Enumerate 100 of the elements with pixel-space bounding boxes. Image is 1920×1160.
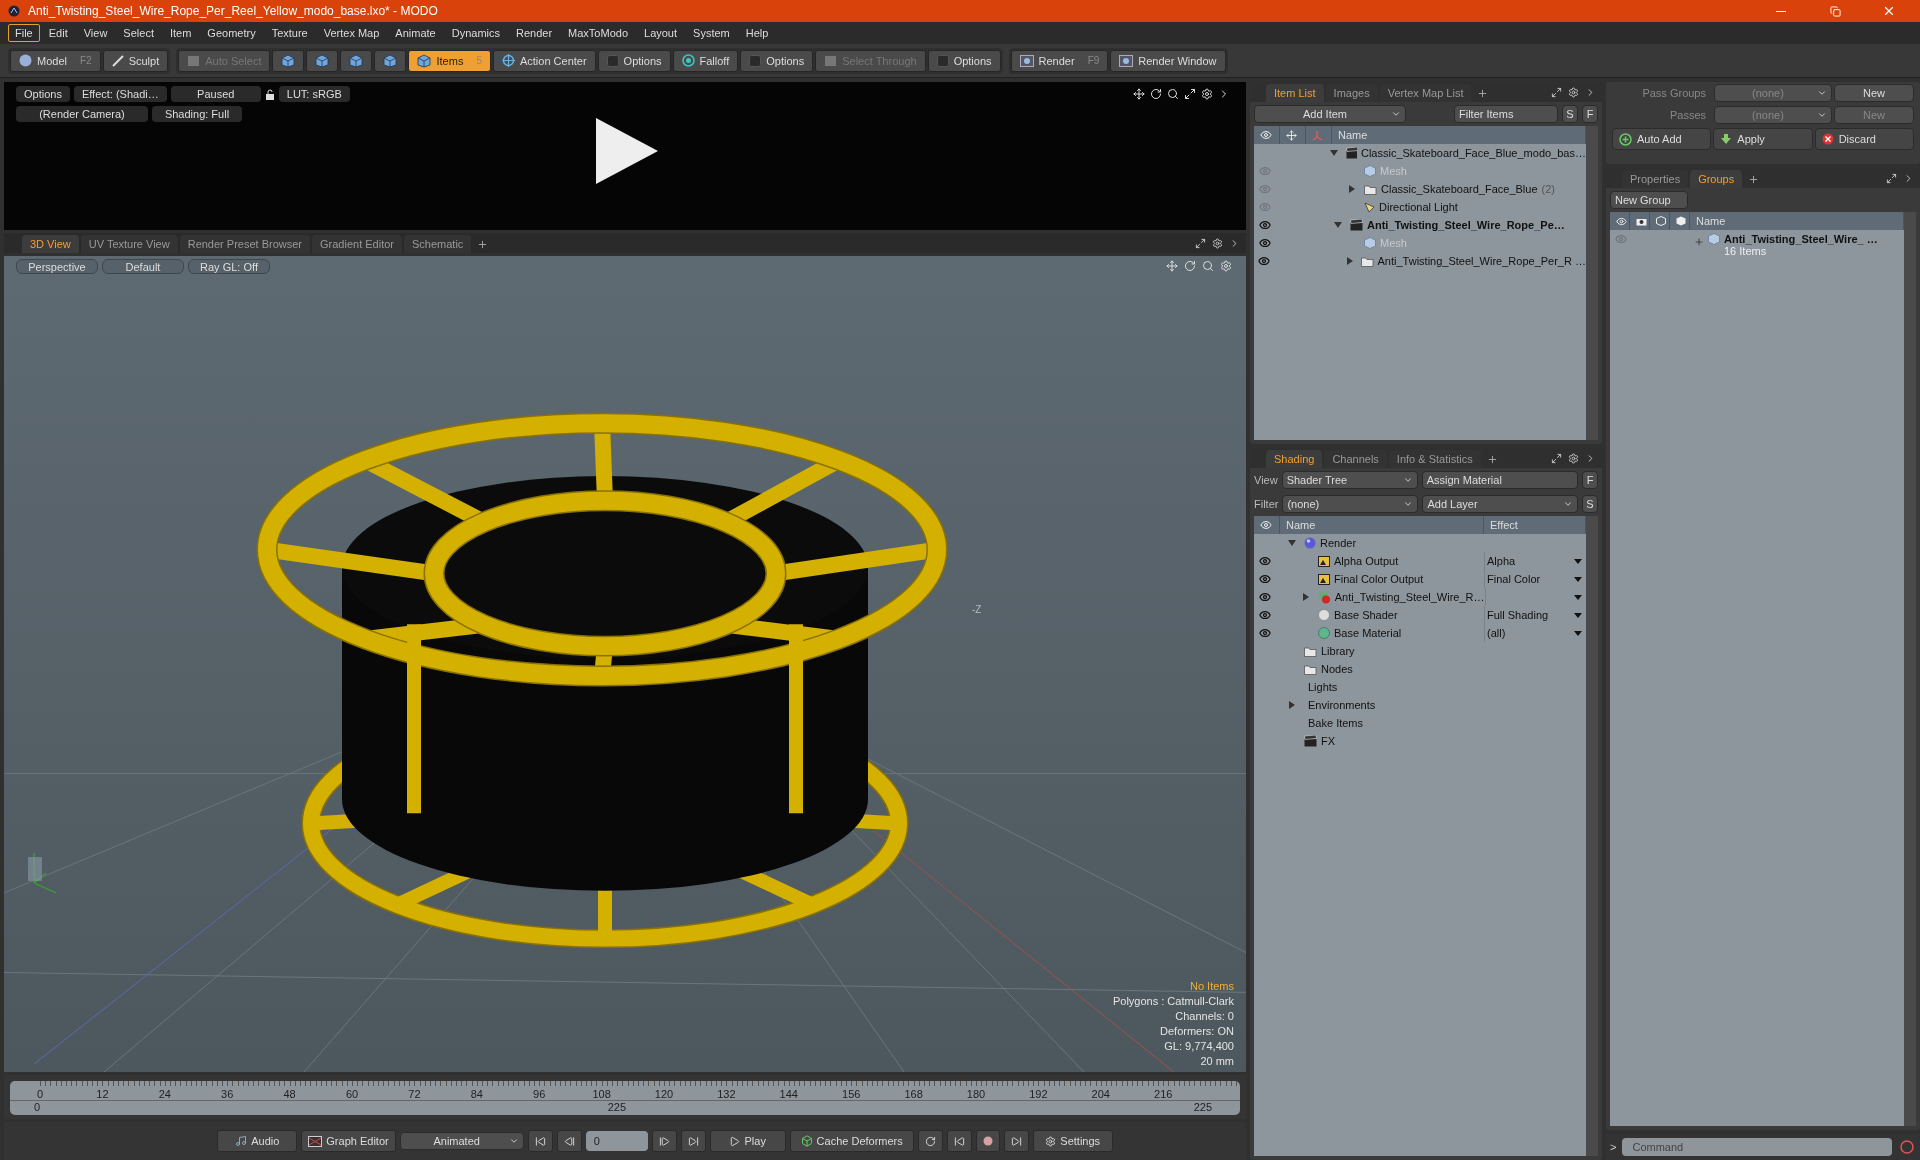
toolbar-button[interactable]: Sculpt (102, 49, 169, 72)
menu-item[interactable]: Geometry (200, 24, 263, 42)
caret-icon[interactable] (1574, 558, 1582, 564)
menu-item[interactable]: Edit (41, 24, 75, 42)
panel-tab[interactable]: Vertex Map List (1379, 84, 1472, 102)
group-name[interactable]: Anti_Twisting_Steel_Wire_ … (1724, 233, 1878, 245)
timeline-ruler[interactable]: 0 12 24 36 48 60 72 84 96 108 120 132 144 156 168 180 192 204 216 0 225 225 (10, 1081, 1240, 1115)
panel-tab[interactable]: Shading (1266, 450, 1323, 468)
filter-dropdown[interactable]: (none) (1282, 495, 1419, 513)
layer-name[interactable]: Render (1320, 537, 1357, 549)
caret-icon[interactable] (1574, 576, 1582, 582)
layer-name[interactable]: Anti_Twisting_Steel_Wire_R… (1334, 591, 1485, 603)
preview-option-button[interactable]: Effect: (Shadi… (73, 86, 167, 102)
maximize-icon[interactable] (1551, 452, 1562, 464)
menu-item[interactable]: View (76, 24, 115, 42)
maximize-icon[interactable] (1184, 88, 1196, 100)
menu-item[interactable]: Dynamics (444, 24, 507, 42)
settings-icon[interactable] (1568, 86, 1579, 98)
viewport-option-button[interactable]: Perspective (16, 259, 98, 274)
item-name[interactable]: Classic_Skateboard_Face_Blue (1381, 183, 1538, 195)
preview-option-button[interactable]: LUT: sRGB (278, 86, 350, 102)
keyframe-tool-button[interactable] (1003, 1130, 1029, 1152)
preview-option-button[interactable]: (Render Camera) (16, 106, 148, 122)
panel-tab[interactable]: Item List (1266, 84, 1324, 102)
toolbar-button[interactable]: Items 5 (408, 49, 491, 72)
maximize-icon[interactable] (1551, 86, 1562, 98)
toolbar-button[interactable]: Render Window (1110, 49, 1226, 72)
caret-icon[interactable] (1574, 594, 1582, 600)
eye-icon[interactable] (1258, 255, 1271, 267)
column-header[interactable]: Name (1338, 129, 1368, 141)
toolbar-button[interactable]: Falloff (672, 49, 739, 72)
eye-icon[interactable] (1259, 609, 1271, 621)
layer-name[interactable]: Base Shader (1334, 609, 1398, 621)
preview-option-button[interactable]: Paused (170, 86, 261, 102)
settings-icon[interactable] (1201, 88, 1213, 100)
toolbar-button[interactable]: Options (927, 49, 1001, 72)
keyframe-tool-button[interactable] (917, 1130, 943, 1152)
apply-button[interactable]: Apply (1713, 128, 1813, 150)
layer-name[interactable]: Bake Items (1308, 717, 1364, 729)
filter-items-button[interactable]: Filter Items (1454, 105, 1558, 123)
panel-tab[interactable]: Info & Statistics (1388, 450, 1481, 468)
viewport-tab[interactable]: Schematic (404, 235, 472, 253)
toolbar-icon-button[interactable] (340, 49, 373, 72)
toolbar-icon-button[interactable] (306, 49, 339, 72)
search-icon[interactable] (1167, 88, 1179, 100)
menu-item[interactable]: System (686, 24, 737, 42)
discard-button[interactable]: Discard (1814, 128, 1914, 150)
panel-tab[interactable]: Properties (1622, 170, 1689, 188)
item-name[interactable]: Anti_Twisting_Steel_Wire_Rope_Per_R … (1377, 255, 1586, 267)
preview-option-button[interactable]: Options (16, 86, 70, 102)
layer-name[interactable]: Alpha Output (1334, 555, 1399, 567)
step-back-button[interactable] (556, 1130, 582, 1152)
animation-mode-dropdown[interactable]: Animated (399, 1132, 524, 1150)
menu-item[interactable]: Select (116, 24, 161, 42)
viewport-option-button[interactable]: Ray GL: Off (188, 259, 270, 274)
lock-icon[interactable] (264, 88, 275, 100)
menu-item[interactable]: Render (509, 24, 560, 42)
f-button[interactable]: F (1582, 105, 1598, 123)
viewport-tab[interactable]: 3D View (22, 235, 79, 253)
column-header[interactable]: Name (1286, 519, 1316, 531)
s-button[interactable]: S (1582, 495, 1598, 513)
caret-icon[interactable] (1574, 612, 1582, 618)
layer-name[interactable]: Base Material (1334, 627, 1402, 639)
eye-icon[interactable] (1259, 555, 1271, 567)
add-item-dropdown[interactable]: Add Item (1254, 105, 1406, 123)
record-icon[interactable] (1898, 1138, 1916, 1156)
keyframe-tool-button[interactable] (946, 1130, 972, 1152)
menu-item[interactable]: Animate (388, 24, 443, 42)
item-name[interactable]: Directional Light (1379, 201, 1458, 213)
frame-field[interactable]: 0 (585, 1131, 648, 1151)
viewport-option-button[interactable]: Default (102, 259, 184, 274)
panel-tab[interactable]: Images (1325, 84, 1378, 102)
layer-name[interactable]: Library (1321, 645, 1355, 657)
viewport-tab[interactable]: UV Texture View (80, 235, 178, 253)
eye-icon[interactable] (1259, 627, 1271, 639)
panel-tab[interactable]: Groups (1690, 170, 1743, 188)
settings-icon[interactable] (1568, 452, 1579, 464)
layer-name[interactable]: FX (1321, 735, 1336, 747)
menu-item[interactable]: Texture (264, 24, 315, 42)
settings-icon[interactable] (1212, 237, 1223, 249)
toolbar-button[interactable]: Model F2 (10, 49, 101, 72)
rotate-icon[interactable] (1150, 88, 1162, 100)
add-layer-dropdown[interactable]: Add Layer (1422, 495, 1578, 513)
auto-add-button[interactable]: Auto Add (1612, 128, 1712, 150)
layer-name[interactable]: Environments (1308, 699, 1376, 711)
caret-icon[interactable] (1574, 630, 1582, 636)
viewport-tab[interactable]: Gradient Editor (312, 235, 402, 253)
graph-editor-button[interactable]: Graph Editor (301, 1130, 396, 1152)
settings-button[interactable]: Settings (1032, 1130, 1113, 1152)
s-button[interactable]: S (1562, 105, 1578, 123)
panel-tab[interactable]: Channels (1324, 450, 1387, 468)
layer-name[interactable]: Final Color Output (1334, 573, 1424, 585)
maximize-icon[interactable] (1195, 237, 1206, 249)
skip-forward-button[interactable] (680, 1130, 706, 1152)
new-group-button[interactable]: New Group (1610, 191, 1688, 209)
toolbar-button[interactable]: Options (740, 49, 814, 72)
maximize-icon[interactable] (1886, 172, 1897, 184)
play-button[interactable]: Play (709, 1130, 786, 1152)
move-icon[interactable] (1133, 88, 1145, 100)
toolbar-button[interactable]: Action Center (492, 49, 596, 72)
